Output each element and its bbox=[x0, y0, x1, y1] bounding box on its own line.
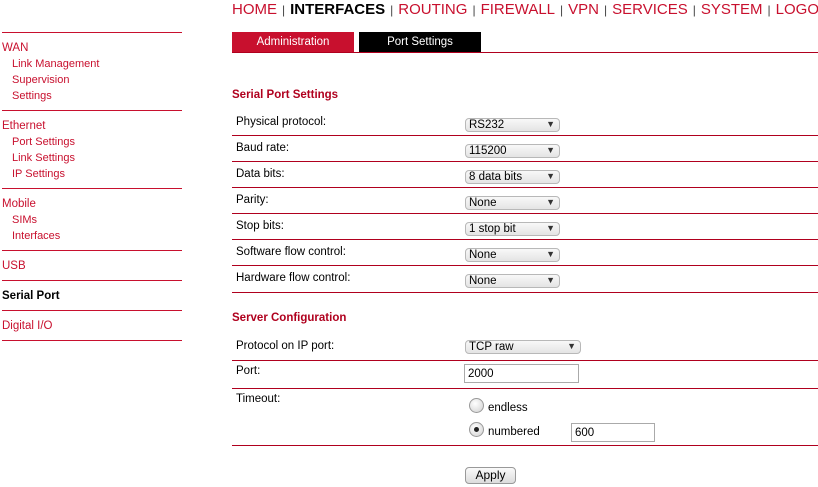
nav-services[interactable]: SERVICES bbox=[612, 1, 688, 18]
chevron-down-icon: ▼ bbox=[546, 145, 555, 155]
timeout-numbered-label: numbered bbox=[488, 426, 540, 438]
hardware-flow-control-select[interactable]: None ▼ bbox=[465, 274, 560, 288]
sidebar-item-ethernet[interactable]: Ethernet bbox=[2, 118, 182, 134]
label-timeout: Timeout: bbox=[236, 393, 281, 405]
parity-value: None bbox=[469, 197, 497, 209]
timeout-value-input[interactable] bbox=[571, 423, 655, 442]
software-flow-control-value: None bbox=[469, 249, 497, 261]
sidebar-group-digital-io: Digital I/O bbox=[2, 310, 182, 341]
sidebar-group-wan: WAN Link Management Supervision Settings bbox=[2, 32, 182, 110]
software-flow-control-select[interactable]: None ▼ bbox=[465, 248, 560, 262]
nav-separator: | bbox=[692, 3, 696, 17]
nav-system[interactable]: SYSTEM bbox=[701, 1, 763, 18]
timeout-endless-radio[interactable] bbox=[469, 398, 484, 413]
chevron-down-icon: ▼ bbox=[546, 275, 555, 285]
label-stop-bits: Stop bits: bbox=[236, 220, 284, 232]
sidebar-item-link-management[interactable]: Link Management bbox=[2, 56, 182, 72]
label-physical-protocol: Physical protocol: bbox=[236, 116, 327, 128]
physical-protocol-select[interactable]: RS232 ▼ bbox=[465, 118, 560, 132]
sidebar-group-ethernet: Ethernet Port Settings Link Settings IP … bbox=[2, 110, 182, 188]
chevron-down-icon: ▼ bbox=[546, 197, 555, 207]
label-port: Port: bbox=[236, 365, 261, 377]
form-row-physical-protocol: Physical protocol: RS232 ▼ bbox=[232, 110, 818, 136]
sidebar: WAN Link Management Supervision Settings… bbox=[2, 32, 182, 341]
sidebar-item-port-settings[interactable]: Port Settings bbox=[2, 134, 182, 150]
form-row-stop-bits: Stop bits: 1 stop bit ▼ bbox=[232, 214, 818, 240]
tab-port-settings[interactable]: Port Settings bbox=[359, 32, 481, 52]
protocol-on-ip-port-select[interactable]: TCP raw ▼ bbox=[465, 340, 581, 354]
apply-button[interactable]: Apply bbox=[465, 467, 516, 484]
stop-bits-select[interactable]: 1 stop bit ▼ bbox=[465, 222, 560, 236]
parity-select[interactable]: None ▼ bbox=[465, 196, 560, 210]
sidebar-group-mobile: Mobile SIMs Interfaces bbox=[2, 188, 182, 250]
section-title-server-configuration: Server Configuration bbox=[232, 312, 347, 324]
sidebar-group-usb: USB bbox=[2, 250, 182, 280]
sub-tabs: Administration Port Settings bbox=[232, 32, 818, 53]
nav-logout[interactable]: LOGOUT bbox=[776, 1, 818, 18]
nav-separator: | bbox=[604, 3, 608, 17]
top-navigation: HOME | INTERFACES | ROUTING | FIREWALL | VPN | SER… bbox=[232, 1, 818, 19]
port-input[interactable] bbox=[464, 364, 579, 383]
form-row-hardware-flow-control: Hardware flow control: None ▼ bbox=[232, 266, 818, 293]
nav-firewall[interactable]: FIREWALL bbox=[481, 1, 555, 18]
baud-rate-select[interactable]: 115200 ▼ bbox=[465, 144, 560, 158]
stop-bits-value: 1 stop bit bbox=[469, 223, 516, 235]
label-parity: Parity: bbox=[236, 194, 269, 206]
timeout-endless-label: endless bbox=[488, 402, 528, 414]
sidebar-item-supervision[interactable]: Supervision bbox=[2, 72, 182, 88]
chevron-down-icon: ▼ bbox=[546, 171, 555, 181]
sidebar-item-mobile[interactable]: Mobile bbox=[2, 196, 182, 212]
nav-separator: | bbox=[282, 3, 286, 17]
sidebar-item-sims[interactable]: SIMs bbox=[2, 212, 182, 228]
sidebar-item-wan[interactable]: WAN bbox=[2, 40, 182, 56]
data-bits-select[interactable]: 8 data bits ▼ bbox=[465, 170, 560, 184]
nav-separator: | bbox=[390, 3, 394, 17]
form-row-timeout: Timeout: endless numbered bbox=[232, 389, 818, 446]
form-row-parity: Parity: None ▼ bbox=[232, 188, 818, 214]
nav-routing[interactable]: ROUTING bbox=[398, 1, 467, 18]
sidebar-group-serial-port: Serial Port bbox=[2, 280, 182, 310]
physical-protocol-value: RS232 bbox=[469, 119, 505, 131]
sidebar-item-interfaces[interactable]: Interfaces bbox=[2, 228, 182, 244]
chevron-down-icon: ▼ bbox=[546, 223, 555, 233]
sidebar-item-usb[interactable]: USB bbox=[2, 258, 182, 274]
nav-vpn[interactable]: VPN bbox=[568, 1, 599, 18]
sidebar-item-wan-settings[interactable]: Settings bbox=[2, 88, 182, 104]
section-title-serial-port-settings: Serial Port Settings bbox=[232, 89, 339, 101]
label-hardware-flow-control: Hardware flow control: bbox=[236, 272, 351, 284]
nav-separator: | bbox=[472, 3, 476, 17]
form-row-port: Port: bbox=[232, 361, 818, 389]
label-software-flow-control: Software flow control: bbox=[236, 246, 346, 258]
tab-administration[interactable]: Administration bbox=[232, 32, 354, 52]
nav-home[interactable]: HOME bbox=[232, 1, 277, 18]
protocol-on-ip-port-value: TCP raw bbox=[469, 341, 514, 353]
form-row-protocol-on-ip-port: Protocol on IP port: TCP raw ▼ bbox=[232, 334, 818, 361]
label-baud-rate: Baud rate: bbox=[236, 142, 290, 154]
nav-interfaces[interactable]: INTERFACES bbox=[290, 1, 385, 18]
label-data-bits: Data bits: bbox=[236, 168, 285, 180]
form-row-data-bits: Data bits: 8 data bits ▼ bbox=[232, 162, 818, 188]
baud-rate-value: 115200 bbox=[469, 145, 507, 157]
sidebar-item-serial-port[interactable]: Serial Port bbox=[2, 288, 182, 304]
sidebar-item-ip-settings[interactable]: IP Settings bbox=[2, 166, 182, 182]
chevron-down-icon: ▼ bbox=[546, 249, 555, 259]
sidebar-item-link-settings[interactable]: Link Settings bbox=[2, 150, 182, 166]
data-bits-value: 8 data bits bbox=[469, 171, 523, 183]
chevron-down-icon: ▼ bbox=[567, 341, 576, 351]
form-row-software-flow-control: Software flow control: None ▼ bbox=[232, 240, 818, 266]
form-row-baud-rate: Baud rate: 115200 ▼ bbox=[232, 136, 818, 162]
nav-separator: | bbox=[560, 3, 564, 17]
hardware-flow-control-value: None bbox=[469, 275, 497, 287]
label-protocol-on-ip-port: Protocol on IP port: bbox=[236, 340, 335, 352]
chevron-down-icon: ▼ bbox=[546, 119, 555, 129]
sidebar-item-digital-io[interactable]: Digital I/O bbox=[2, 318, 182, 334]
timeout-numbered-radio[interactable] bbox=[469, 422, 484, 437]
nav-separator: | bbox=[767, 3, 771, 17]
